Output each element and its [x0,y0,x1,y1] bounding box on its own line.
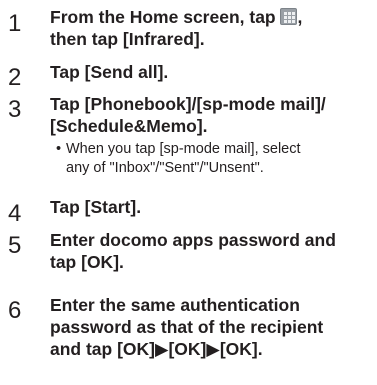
step-number: 6 [8,297,22,324]
step-5-line-1: Enter docomo apps password and [50,230,336,250]
step-text: Tap [Phonebook]/[sp-mode mail]/ [Schedul… [50,93,370,137]
step-3-note: • When you tap [sp-mode mail], select any… [56,140,374,178]
step-number: 3 [8,96,22,123]
step-text: Enter docomo apps password and tap [OK]. [50,229,370,273]
step-3-line-2: [Schedule&Memo]. [50,116,208,136]
step-3-line-1: Tap [Phonebook]/[sp-mode mail]/ [50,94,326,114]
step-6-line-2: password as that of the recipient [50,317,324,337]
step-text: Enter the same authentication password a… [50,294,370,360]
step-6-line-3: and tap [OK]▶[OK]▶[OK]. [50,339,263,359]
note-line-2: any of "Inbox"/"Sent"/"Unsent". [66,160,264,176]
note-line-1: When you tap [sp-mode mail], select [66,141,301,157]
bullet-icon: • [56,141,62,157]
step-text: Tap [Send all]. [50,61,370,83]
step-6-line-1: Enter the same authentication [50,295,300,315]
step-number: 4 [8,200,22,227]
step-1-line-1-start: From the Home screen, tap [50,7,281,27]
step-text: Tap [Start]. [50,196,370,218]
step-text: From the Home screen, tap , then tap [In… [50,6,370,50]
apps-menu-icon [280,8,298,25]
step-number: 5 [8,232,22,259]
step-number: 2 [8,64,22,91]
step-1-line-1-end: , [297,7,303,27]
step-4-line-1: Tap [Start]. [50,197,142,217]
step-number: 1 [8,10,22,37]
step-5-line-2: tap [OK]. [50,252,124,272]
step-1-line-2: then tap [Infrared]. [50,29,205,49]
step-2-line-1: Tap [Send all]. [50,62,169,82]
